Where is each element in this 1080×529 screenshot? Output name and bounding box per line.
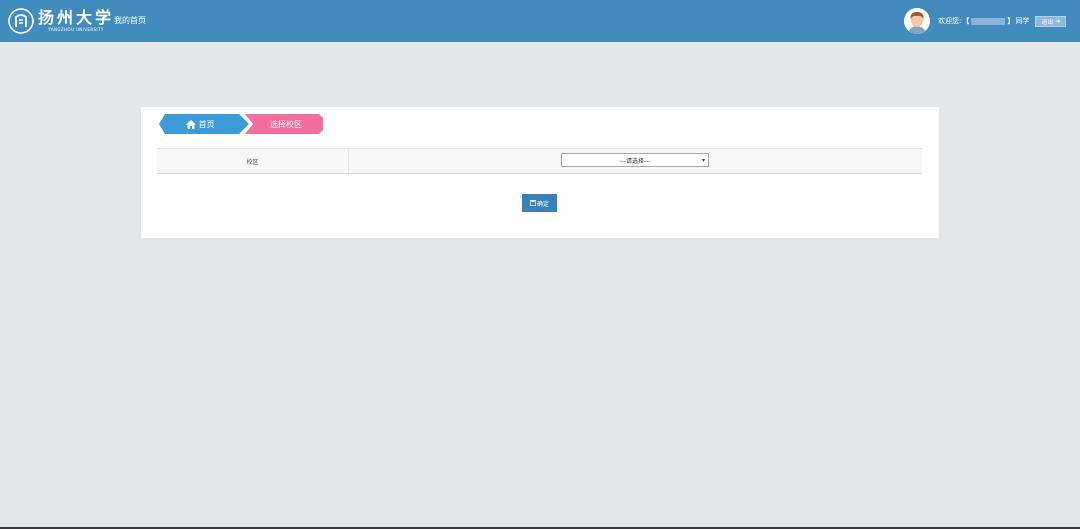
logo-chinese-name: 扬州大学: [38, 8, 115, 27]
confirm-label: 确定: [536, 201, 549, 208]
user-name-redacted: [971, 17, 1006, 25]
home-icon: [185, 119, 196, 129]
chevron-down-icon: ▾: [701, 157, 705, 164]
breadcrumb-home-label: 首页: [198, 119, 215, 129]
campus-label: 校区: [157, 149, 349, 173]
confirm-button[interactable]: 确定: [522, 194, 557, 212]
campus-field-cell: ---请选择--- ▾: [349, 149, 922, 173]
nav-my-homepage-link[interactable]: 我的首页: [114, 15, 146, 27]
welcome-text: 欢迎您:: [938, 17, 962, 25]
avatar-icon: [904, 8, 930, 34]
campus-form-row: 校区 ---请选择--- ▾: [157, 148, 922, 174]
logout-arrow-icon: ➔: [1055, 17, 1061, 25]
user-suffix: 同学: [1015, 17, 1030, 25]
breadcrumb-current: 选择校区: [245, 114, 323, 134]
user-info: 欢迎您: 【 】 同学 退出 ➔: [938, 14, 1067, 28]
top-bar: 扬州大学 YANGZHOU UNIVERSITY 我的首页 欢迎您: 【 】 同…: [0, 0, 1080, 42]
avatar[interactable]: [904, 8, 930, 34]
breadcrumb: 首页 选择校区: [159, 114, 329, 134]
name-bracket-close: 】: [1007, 17, 1015, 25]
campus-select-value: ---请选择---: [619, 157, 651, 165]
logo-text: 扬州大学 YANGZHOU UNIVERSITY: [38, 9, 114, 33]
logout-label: 退出: [1041, 18, 1054, 26]
logo-english-name: YANGZHOU UNIVERSITY: [48, 27, 104, 32]
breadcrumb-home[interactable]: 首页: [159, 114, 249, 134]
name-bracket-open: 【: [962, 17, 970, 25]
save-icon: [529, 200, 536, 206]
campus-select[interactable]: ---请选择--- ▾: [561, 153, 709, 167]
university-logo[interactable]: 扬州大学 YANGZHOU UNIVERSITY: [8, 6, 114, 36]
university-emblem-icon: [8, 8, 34, 34]
breadcrumb-current-label: 选择校区: [270, 119, 302, 129]
logout-button[interactable]: 退出 ➔: [1035, 15, 1067, 27]
